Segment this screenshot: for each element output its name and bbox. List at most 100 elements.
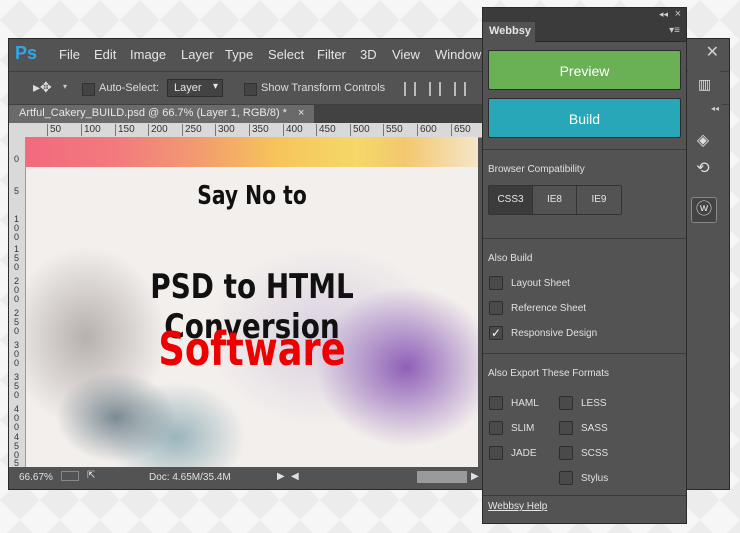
browser-compat-segmented: CSS3 IE8 IE9 — [488, 185, 622, 215]
jade-checkbox[interactable] — [489, 446, 503, 460]
scss-checkbox[interactable] — [559, 446, 573, 460]
preview-button[interactable]: Preview — [488, 50, 681, 90]
webbsy-help-link[interactable]: Webbsy Help — [488, 501, 547, 512]
ruler-tick: 4 5 0 — [13, 432, 19, 460]
headline-say-no: Say No to — [197, 181, 307, 211]
ruler-tick: 5 — [13, 186, 19, 196]
align-right-icon[interactable] — [454, 82, 466, 96]
panel-menu-icon[interactable]: ▾≡ — [669, 25, 680, 36]
slim-label: SLIM — [511, 423, 535, 434]
ruler-tick: 5 0 0 — [13, 458, 19, 468]
ruler-tick: 2 0 0 — [13, 276, 19, 304]
document-tab-title: Artful_Cakery_BUILD.psd @ 66.7% (Layer 1… — [19, 107, 287, 119]
ruler-tick: 3 5 0 — [13, 372, 19, 400]
also-build-heading: Also Build — [488, 253, 533, 264]
menu-image[interactable]: Image — [130, 47, 166, 62]
browser-option-css3[interactable]: CSS3 — [489, 186, 533, 214]
menu-select[interactable]: Select — [268, 47, 304, 62]
divider — [483, 238, 686, 239]
ruler-tick: 400 — [283, 124, 303, 136]
ruler-corner — [9, 123, 25, 137]
ruler-tick: 600 — [417, 124, 437, 136]
scroll-right-icon[interactable]: ▶ — [471, 471, 479, 482]
menu-window[interactable]: Window — [435, 47, 481, 62]
chevron-down-icon[interactable]: ▾ — [63, 82, 67, 91]
scss-label: SCSS — [581, 448, 609, 459]
menu-layer[interactable]: Layer — [181, 47, 214, 62]
horizontal-scrollbar-thumb[interactable] — [417, 471, 467, 483]
slim-checkbox[interactable] — [489, 421, 503, 435]
build-button[interactable]: Build — [488, 98, 681, 138]
ruler-tick: 100 — [81, 124, 101, 136]
sass-checkbox[interactable] — [559, 421, 573, 435]
collapse-panel-icon[interactable]: ◂◂ — [659, 9, 668, 20]
status-menu-arrow-icon[interactable]: ▶ — [277, 471, 285, 482]
horizontal-ruler: 50 100 150 200 250 300 350 400 450 500 5… — [25, 123, 484, 138]
auto-select-dropdown[interactable]: Layer — [167, 79, 223, 97]
share-icon[interactable]: ⇱ — [87, 470, 95, 481]
status-icon[interactable] — [61, 471, 79, 481]
ruler-tick: 500 — [350, 124, 370, 136]
export-formats-heading: Also Export These Formats — [488, 368, 609, 379]
vertical-ruler: 0 5 1 0 0 1 5 0 2 0 0 2 5 0 3 0 0 3 5 0 … — [9, 137, 26, 467]
ruler-tick: 1 5 0 — [13, 244, 19, 272]
zoom-level[interactable]: 66.67% — [19, 472, 53, 483]
history-icon[interactable]: ⟲ — [691, 157, 715, 181]
show-transform-checkbox[interactable] — [244, 83, 257, 96]
menu-file[interactable]: File — [59, 47, 80, 62]
less-label: LESS — [581, 398, 607, 409]
jade-label: JADE — [511, 448, 537, 459]
browser-compat-heading: Browser Compatibility — [488, 164, 585, 175]
menu-3d[interactable]: 3D — [360, 47, 377, 62]
scroll-left-icon[interactable]: ◀ — [291, 471, 299, 482]
menu-filter[interactable]: Filter — [317, 47, 346, 62]
document-tab[interactable]: Artful_Cakery_BUILD.psd @ 66.7% (Layer 1… — [9, 105, 315, 123]
collapse-strip-icon[interactable]: ◂◂ — [711, 104, 719, 113]
menu-view[interactable]: View — [392, 47, 420, 62]
ruler-tick: 3 0 0 — [13, 340, 19, 368]
move-tool-icon[interactable]: ▸✥ — [33, 79, 52, 96]
align-left-icon[interactable] — [404, 82, 416, 96]
panel-title-bar: ◂◂ × — [483, 8, 686, 22]
haml-label: HAML — [511, 398, 539, 409]
ruler-tick: 0 — [13, 154, 19, 164]
webbsy-icon[interactable]: ⓦ — [691, 197, 717, 223]
webbsy-panel: ◂◂ × Webbsy ▾≡ Preview Build Browser Com… — [482, 7, 687, 524]
close-icon[interactable]: ✕ — [706, 42, 719, 62]
auto-select-label: Auto-Select: — [99, 82, 159, 94]
panel-toggle-icon[interactable]: ▥ — [698, 76, 711, 93]
ruler-tick: 350 — [249, 124, 269, 136]
headline-software: Software — [158, 322, 346, 376]
tab-webbsy[interactable]: Webbsy — [483, 22, 535, 42]
layers-icon[interactable]: ◈ — [691, 129, 715, 153]
ruler-tick: 550 — [383, 124, 403, 136]
ruler-tick: 2 5 0 — [13, 308, 19, 336]
auto-select-checkbox[interactable] — [82, 83, 95, 96]
ruler-tick: 300 — [215, 124, 235, 136]
menu-type[interactable]: Type — [225, 47, 253, 62]
layout-sheet-checkbox[interactable] — [489, 276, 503, 290]
ruler-tick: 450 — [316, 124, 336, 136]
strip-top-icons: ▥ — [688, 66, 720, 100]
document-tab-close-icon[interactable]: × — [298, 107, 304, 119]
responsive-design-label: Responsive Design — [511, 328, 598, 339]
menu-edit[interactable]: Edit — [94, 47, 116, 62]
divider — [483, 149, 686, 150]
panel-tabs: Webbsy ▾≡ — [483, 22, 686, 42]
browser-option-ie8[interactable]: IE8 — [533, 186, 577, 214]
align-center-icon[interactable] — [429, 82, 441, 96]
photoshop-logo: Ps — [15, 43, 38, 63]
stylus-checkbox[interactable] — [559, 471, 573, 485]
document-canvas[interactable]: Say No to PSD to HTML Conversion Softwar… — [26, 137, 478, 467]
less-checkbox[interactable] — [559, 396, 573, 410]
responsive-design-checkbox[interactable]: ✓ — [489, 326, 503, 340]
ruler-tick: 200 — [148, 124, 168, 136]
close-panel-icon[interactable]: × — [675, 8, 681, 20]
ruler-tick: 1 0 0 — [13, 214, 19, 242]
document-tab-bar: Artful_Cakery_BUILD.psd @ 66.7% (Layer 1… — [9, 105, 484, 123]
status-bar: 66.67% ⇱ Doc: 4.65M/35.4M ▶ ◀ ▶ — [9, 467, 484, 489]
reference-sheet-checkbox[interactable] — [489, 301, 503, 315]
reference-sheet-label: Reference Sheet — [511, 303, 587, 314]
haml-checkbox[interactable] — [489, 396, 503, 410]
browser-option-ie9[interactable]: IE9 — [577, 186, 621, 214]
